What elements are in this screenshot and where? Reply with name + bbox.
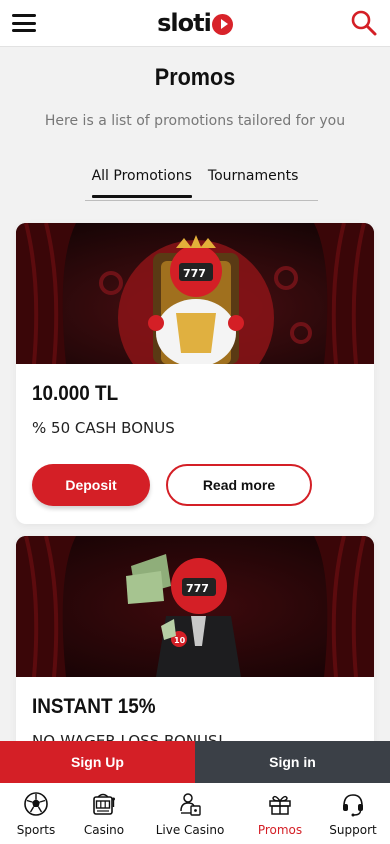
deposit-button[interactable]: Deposit xyxy=(32,464,150,506)
nav-label: Sports xyxy=(16,823,56,837)
nav-label: Promos xyxy=(257,823,303,837)
headset-icon xyxy=(343,794,363,817)
sign-in-button[interactable]: Sign in xyxy=(195,741,390,783)
tabs-divider xyxy=(85,200,318,201)
live-dealer-icon xyxy=(180,793,201,816)
auth-bar: Sign Up Sign in xyxy=(0,741,390,783)
tab-all-promotions[interactable]: All Promotions xyxy=(91,168,193,198)
promo-amount: INSTANT 15% xyxy=(32,695,156,718)
svg-text:777: 777 xyxy=(183,267,206,280)
logo[interactable]: sloti xyxy=(157,9,233,37)
read-more-button[interactable]: Read more xyxy=(166,464,312,506)
promo-banner-image[interactable]: 777 xyxy=(16,223,374,364)
svg-text:10: 10 xyxy=(174,636,186,645)
logo-text: sloti xyxy=(157,9,212,37)
bottom-navigation: Sports Casino Live Casino Promos Support xyxy=(0,783,390,844)
nav-item-casino[interactable]: Casino xyxy=(72,783,136,844)
svg-text:777: 777 xyxy=(186,582,209,595)
search-icon[interactable] xyxy=(350,9,378,37)
promo-card: 777 10.000 TL % 50 CASH BONUS Deposit Re… xyxy=(16,223,374,524)
tab-tournaments[interactable]: Tournaments xyxy=(208,168,298,196)
top-header: sloti xyxy=(0,0,390,47)
logo-play-icon xyxy=(211,13,233,35)
promo-banner-image[interactable]: 777 10 xyxy=(16,536,374,677)
promo-bonus-text: % 50 CASH BONUS xyxy=(32,419,175,437)
nav-item-support[interactable]: Support xyxy=(316,783,390,844)
nav-label: Casino xyxy=(83,823,125,837)
sign-up-button[interactable]: Sign Up xyxy=(0,741,195,783)
nav-item-live-casino[interactable]: Live Casino xyxy=(136,783,244,844)
nav-item-sports[interactable]: Sports xyxy=(0,783,72,844)
gift-icon xyxy=(269,795,291,815)
nav-item-promos[interactable]: Promos xyxy=(244,783,316,844)
hamburger-menu-icon[interactable] xyxy=(12,12,38,34)
promo-tabs: All Promotions Tournaments xyxy=(0,168,390,198)
nav-label: Live Casino xyxy=(155,823,225,837)
page-subtitle: Here is a list of promotions tailored fo… xyxy=(44,113,346,129)
page-title: Promos xyxy=(154,64,236,91)
slot-machine-icon xyxy=(93,793,115,815)
nav-label: Support xyxy=(329,823,377,837)
soccer-ball-icon xyxy=(24,792,48,816)
promo-amount: 10.000 TL xyxy=(32,382,119,405)
